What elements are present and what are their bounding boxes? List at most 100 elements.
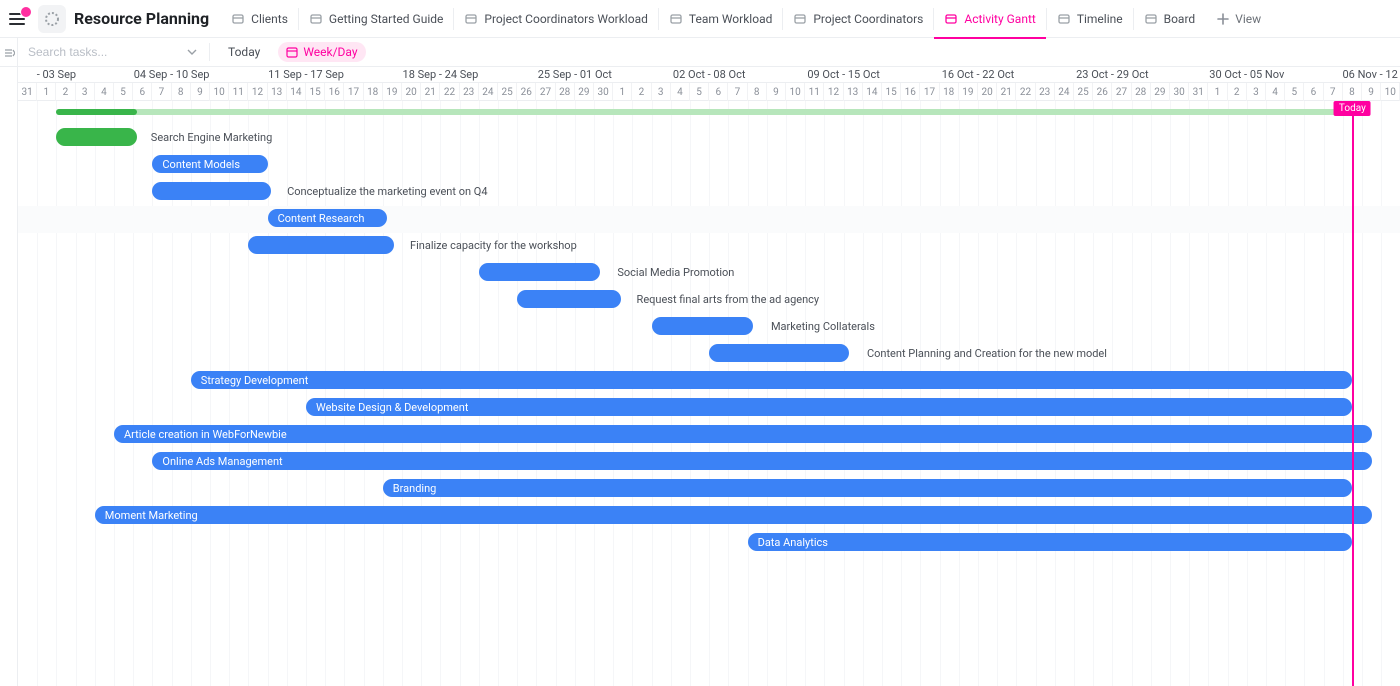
- tab-label: Getting Started Guide: [329, 12, 443, 26]
- day-label: 8: [748, 83, 767, 101]
- gantt-row: Branding: [18, 476, 1400, 503]
- day-label: 16: [325, 83, 344, 101]
- day-label: 11: [229, 83, 248, 101]
- gantt-row: Data Analytics: [18, 530, 1400, 557]
- gantt-row: Social Media Promotion: [18, 260, 1400, 287]
- task-bar-label: Moment Marketing: [105, 509, 198, 522]
- task-search[interactable]: [22, 41, 177, 63]
- day-label: 22: [440, 83, 459, 101]
- tab-activity-gantt[interactable]: Activity Gantt: [934, 0, 1045, 38]
- day-label: 27: [1112, 83, 1131, 101]
- tab-team-workload[interactable]: Team Workload: [659, 0, 782, 38]
- task-bar-label: Website Design & Development: [316, 401, 468, 414]
- day-label: 8: [172, 83, 191, 101]
- day-label: 17: [344, 83, 363, 101]
- project-icon[interactable]: [38, 5, 66, 33]
- task-bar[interactable]: Moment Marketing: [95, 506, 1372, 524]
- task-bar[interactable]: [709, 344, 849, 362]
- task-bar[interactable]: Data Analytics: [748, 533, 1353, 551]
- day-label: 12: [248, 83, 267, 101]
- week-label: 06 Nov - 12 Nov: [1342, 68, 1400, 81]
- day-label: 27: [536, 83, 555, 101]
- day-label: 30: [594, 83, 613, 101]
- day-label: 24: [1055, 83, 1074, 101]
- task-bar[interactable]: Content Models: [152, 155, 267, 173]
- gantt-row: Request final arts from the ad agency: [18, 287, 1400, 314]
- day-label: 9: [1362, 83, 1381, 101]
- task-bar-label: Branding: [393, 482, 437, 495]
- task-bar[interactable]: Website Design & Development: [306, 398, 1352, 416]
- day-label: 7: [728, 83, 747, 101]
- task-bar[interactable]: [479, 263, 600, 281]
- day-label: 13: [844, 83, 863, 101]
- gantt-row: Moment Marketing: [18, 503, 1400, 530]
- tab-icon: [309, 12, 323, 26]
- day-label: 26: [517, 83, 536, 101]
- day-label: 19: [959, 83, 978, 101]
- gantt-area[interactable]: - 03 Sep04 Sep - 10 Sep11 Sep - 17 Sep18…: [18, 67, 1400, 686]
- search-input[interactable]: [28, 45, 183, 59]
- week-label: 18 Sep - 24 Sep: [403, 68, 479, 81]
- today-marker-label: Today: [1334, 101, 1371, 116]
- day-label: 10: [210, 83, 229, 101]
- tab-icon: [464, 12, 478, 26]
- tab-pcw[interactable]: Project Coordinators Workload: [454, 0, 657, 38]
- tab-timeline[interactable]: Timeline: [1047, 0, 1133, 38]
- day-label: 4: [671, 83, 690, 101]
- range-toggle-button[interactable]: Week/Day: [278, 42, 365, 62]
- task-label: Search Engine Marketing: [151, 128, 272, 146]
- day-label: 21: [997, 83, 1016, 101]
- day-label: 18: [364, 83, 383, 101]
- task-label: Finalize capacity for the workshop: [410, 236, 577, 254]
- task-bar[interactable]: Branding: [383, 479, 1353, 497]
- day-label: 6: [133, 83, 152, 101]
- tab-label: Activity Gantt: [964, 12, 1035, 26]
- tab-pc[interactable]: Project Coordinators: [783, 0, 933, 38]
- sidebar-toggle-button[interactable]: [4, 6, 30, 32]
- day-label: 14: [863, 83, 882, 101]
- task-bar-label: Article creation in WebForNewbie: [124, 428, 287, 441]
- tab-icon: [1057, 12, 1071, 26]
- tab-icon: [793, 12, 807, 26]
- gantt-rows: Search Engine Marketing Content Models Con…: [18, 101, 1400, 686]
- day-label: 6: [709, 83, 728, 101]
- tab-board[interactable]: Board: [1134, 0, 1206, 38]
- task-bar[interactable]: Online Ads Management: [152, 452, 1371, 470]
- expand-side-panel-button[interactable]: [0, 38, 18, 67]
- timeline-week-header: - 03 Sep04 Sep - 10 Sep11 Sep - 17 Sep18…: [18, 67, 1400, 83]
- task-bar[interactable]: [56, 128, 137, 146]
- task-label: Conceptualize the marketing event on Q4: [287, 182, 487, 200]
- week-label: 30 Oct - 05 Nov: [1209, 68, 1284, 81]
- day-label: 25: [498, 83, 517, 101]
- task-bar[interactable]: Strategy Development: [191, 371, 1353, 389]
- task-bar[interactable]: [152, 182, 271, 200]
- task-bar[interactable]: Article creation in WebForNewbie: [114, 425, 1372, 443]
- task-bar[interactable]: [248, 236, 394, 254]
- week-label: 02 Oct - 08 Oct: [673, 68, 746, 81]
- gantt-row: Content Planning and Creation for the ne…: [18, 341, 1400, 368]
- day-label: 4: [1266, 83, 1285, 101]
- day-label: 14: [287, 83, 306, 101]
- day-label: 22: [1016, 83, 1035, 101]
- tab-label: Project Coordinators: [813, 12, 923, 26]
- add-view-label: View: [1235, 12, 1261, 26]
- tab-label: Team Workload: [689, 12, 772, 26]
- task-bar[interactable]: [652, 317, 754, 335]
- tab-clients[interactable]: Clients: [221, 0, 298, 38]
- gantt-left-strip: [0, 67, 18, 686]
- search-dropdown-button[interactable]: [185, 45, 199, 59]
- task-bar-label: Content Research: [278, 212, 365, 225]
- task-bar[interactable]: [517, 290, 621, 308]
- tab-getting-started[interactable]: Getting Started Guide: [299, 0, 453, 38]
- day-label: 10: [1381, 83, 1400, 101]
- add-view-button[interactable]: View: [1207, 0, 1271, 38]
- project-overview-bar[interactable]: [56, 109, 1362, 115]
- day-label: 7: [152, 83, 171, 101]
- task-bar-label: Content Models: [162, 158, 240, 171]
- tab-label: Project Coordinators Workload: [484, 12, 647, 26]
- today-button[interactable]: Today: [220, 42, 268, 62]
- day-label: 25: [1074, 83, 1093, 101]
- page-title: Resource Planning: [74, 9, 209, 28]
- tab-icon: [1144, 12, 1158, 26]
- task-bar[interactable]: Content Research: [268, 209, 387, 227]
